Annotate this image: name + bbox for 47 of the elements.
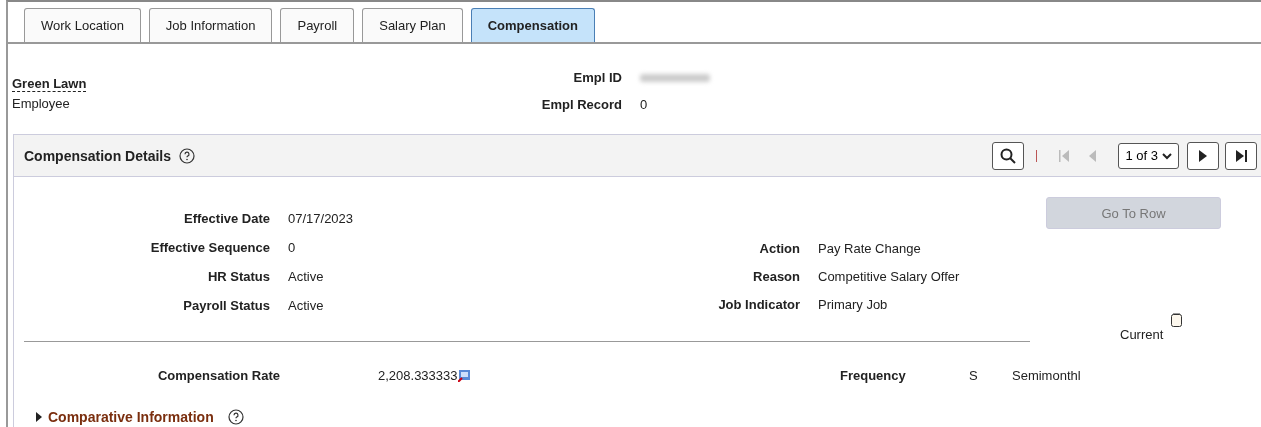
- next-button[interactable]: [1187, 141, 1219, 170]
- field-value: Primary Job: [818, 297, 889, 312]
- triangle-right-icon: [1199, 149, 1207, 162]
- field-value: 2,208.333333: [378, 368, 458, 383]
- tab[interactable]: Job Information: [148, 8, 273, 42]
- field-label: Frequency: [840, 368, 907, 383]
- field-value: Semimonthl: [1012, 368, 1081, 383]
- help-icon[interactable]: [179, 147, 196, 164]
- field-label: Effective Date: [183, 211, 270, 226]
- tab[interactable]: Compensation: [470, 8, 595, 42]
- field-value: Active: [288, 269, 325, 284]
- field-value: Active: [288, 298, 325, 313]
- redacted-value: [640, 73, 710, 82]
- field-label: Job Indicator: [717, 297, 800, 312]
- section-title: Compensation Details: [24, 147, 172, 164]
- search-button[interactable]: [992, 141, 1025, 170]
- triangle-icon: [36, 412, 42, 422]
- field-label: Empl ID: [572, 70, 622, 85]
- checkbox-label: Current: [1120, 327, 1164, 342]
- comparative-information-toggle[interactable]: Comparative Information: [36, 409, 244, 425]
- field-label: Effective Sequence: [149, 240, 270, 255]
- last-icon: [1235, 149, 1247, 162]
- field-label: Payroll Status: [182, 298, 270, 313]
- tab[interactable]: Work Location: [24, 8, 141, 42]
- field-value: 0: [640, 97, 649, 112]
- field-label: HR Status: [206, 269, 270, 284]
- separator-icon: [1036, 149, 1038, 162]
- field-label: Empl Record: [540, 97, 622, 112]
- field-value: S: [969, 368, 979, 383]
- last-button[interactable]: [1225, 141, 1257, 170]
- help-icon[interactable]: [227, 409, 244, 425]
- field-value: 0: [288, 240, 297, 255]
- field-value: Pay Rate Change: [818, 241, 922, 256]
- search-icon: [1000, 147, 1017, 164]
- field-value: Competitive Salary Offer: [818, 269, 961, 284]
- employee-name[interactable]: Green Lawn: [12, 76, 87, 92]
- calculator-icon[interactable]: [457, 369, 470, 382]
- field-label: Compensation Rate: [156, 368, 280, 383]
- row-selector[interactable]: 1 of 3: [1118, 142, 1179, 169]
- field-value: 07/17/2023: [288, 211, 355, 226]
- tab[interactable]: Salary Plan: [362, 8, 463, 42]
- checkbox[interactable]: [1171, 313, 1183, 327]
- chevron-down-icon: [1162, 151, 1172, 160]
- field-label: Action: [758, 241, 800, 256]
- tab[interactable]: Payroll: [280, 8, 355, 42]
- employee-type: Employee: [12, 96, 71, 111]
- field-label: Reason: [752, 269, 800, 284]
